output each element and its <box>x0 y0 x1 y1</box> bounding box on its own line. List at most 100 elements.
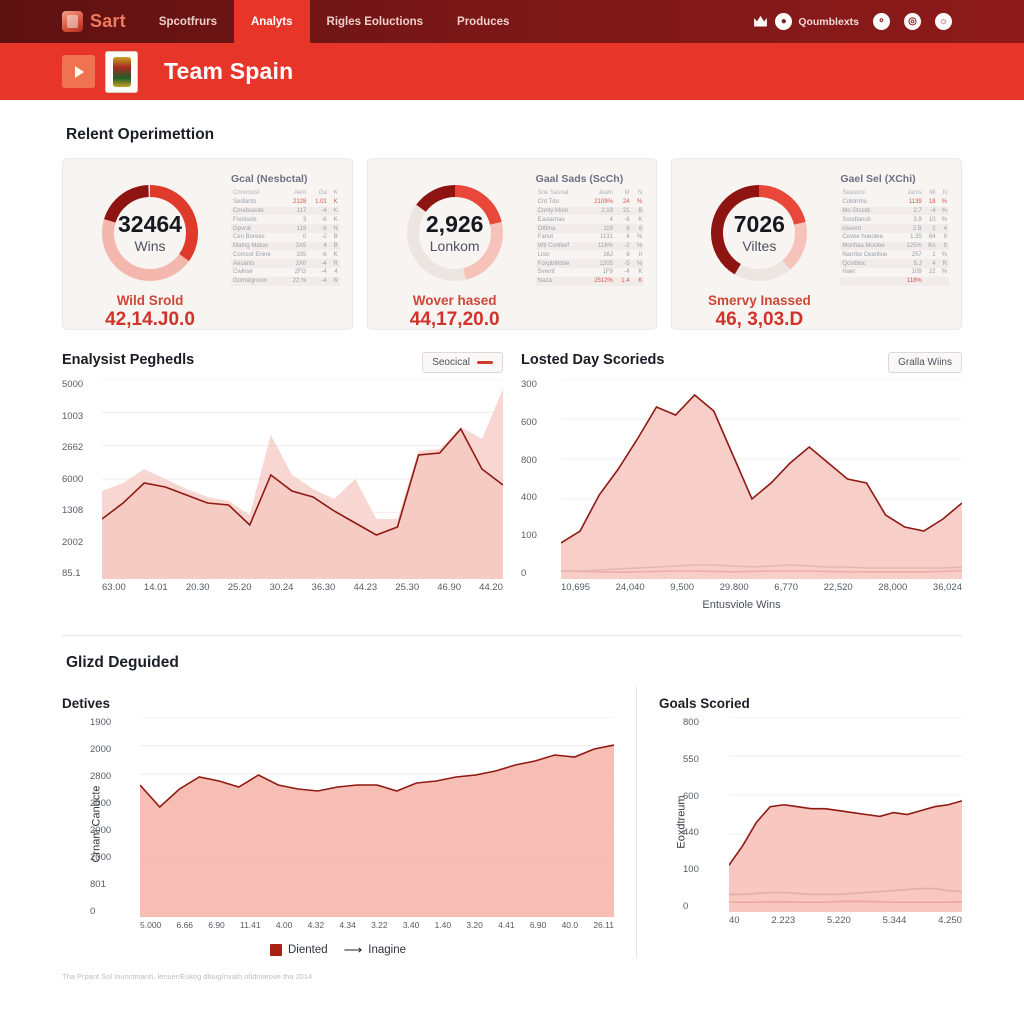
table-cell: -4 <box>321 269 327 276</box>
table-cell: % <box>941 199 948 206</box>
table-cell: 1F9 <box>602 269 613 276</box>
top-navigation-bar: Sart Spcotfrurs Analyts Rigles Eoluction… <box>0 0 1024 43</box>
x-tick-label: 24,040 <box>615 582 645 593</box>
table-cell: K <box>333 216 338 223</box>
chart-legend-chip[interactable]: Seocical <box>422 352 503 373</box>
x-axis-labels: 10,695 24,040 9,500 29.800 6,770 22,520 28,000… <box>561 582 962 593</box>
line-swatch-icon <box>477 361 493 364</box>
x-tick-label: 2.223 <box>771 915 796 926</box>
x-tick-label: 4.34 <box>339 920 356 930</box>
x-tick-label: 36,024 <box>932 582 962 593</box>
table-cell: 4 <box>923 259 938 269</box>
table-row: Cmebsaute 117 -4 K <box>231 206 340 216</box>
table-cell: 6 <box>631 224 645 233</box>
y-tick-label: 550 <box>683 753 699 765</box>
x-tick-label: 1.40 <box>434 920 452 930</box>
table-cell: 335 <box>296 251 307 258</box>
chart-title: Detives <box>62 696 111 711</box>
table-cell: Cobtrnho <box>842 199 868 206</box>
table-row: Cnnty Moel 2,19 21 B <box>535 206 645 216</box>
y-tick-label: 0 <box>521 567 527 579</box>
chart-header: Losted Day Scorieds Gralla Wiins <box>521 352 962 373</box>
mini-table-header-row: Cnnnciusl Aem Ga K <box>231 189 340 198</box>
kpi-card[interactable]: 32464 Wins Wild Srold 42,14.J0.0 Gcal (N… <box>62 158 353 330</box>
target-icon[interactable]: ◎ <box>904 13 921 30</box>
table-cell: % <box>637 234 643 241</box>
table-cell: 1.4 <box>614 276 632 286</box>
table-cell: Mo Gtsstd <box>840 206 901 216</box>
donut-chart: 7026 Viltes <box>707 181 811 285</box>
kpi-sub-label: Smervy Inassed <box>707 293 811 308</box>
x-tick-label: 28,000 <box>878 582 908 593</box>
table-cell: 2128 <box>292 199 307 206</box>
table-cell: Aesants <box>231 259 286 269</box>
mini-col-3: K <box>333 190 338 197</box>
table-row: Foxpb6tdoe 1205 -5% <box>535 259 645 269</box>
table-cell: 22.% <box>285 276 309 286</box>
mini-table-header-row: Seasord Jams Mi N <box>840 189 949 198</box>
brand-logo[interactable]: Sart <box>0 0 142 43</box>
nav-link-3[interactable]: Produces <box>440 0 526 43</box>
table-row: Aesants 2X0 -4 R <box>231 259 340 269</box>
kpi-sub-label: Wover hased <box>412 293 497 308</box>
x-tick-label: 6.66 <box>176 920 194 930</box>
kpi-card[interactable]: 7026 Viltes Smervy Inassed 46, 3,03.D Ga… <box>671 158 963 330</box>
y-tick-label: 800 <box>683 717 699 728</box>
table-cell: Cwlnse <box>233 269 253 276</box>
nav-link-0[interactable]: Spcotfrurs <box>142 0 234 43</box>
table-cell: -6 <box>624 216 630 223</box>
bottom-chart-row: Detives Crnam Canocte 1900 2000 2800 2000 20… <box>62 686 962 958</box>
account-group[interactable]: ● Qoumblexts <box>752 13 859 30</box>
table-cell: 125% <box>900 241 924 251</box>
kpi-subtotal: Wild Srold 42,14.J0.0 <box>105 293 195 329</box>
area-fill <box>729 800 962 912</box>
table-row: Easlarnao 4 -6 K <box>536 215 645 224</box>
x-tick-label: 25.30 <box>395 582 420 593</box>
legend-item[interactable]: ⟶ Inagine <box>344 942 406 958</box>
table-cell: 109 <box>911 269 922 276</box>
chart-detives: Detives Crnam Canocte 1900 2000 2800 2000 20… <box>62 686 637 958</box>
y-axis-labels: 300 600 800 400 100 0 <box>521 379 537 579</box>
footer-note: Tha Prpant Sol Inunctmanh, lenuer/Eskog … <box>62 972 313 981</box>
chart-canvas <box>102 379 503 579</box>
table-row: Cen Borees 0 -2 B <box>231 233 340 242</box>
nav-link-1[interactable]: Analyts <box>233 0 310 43</box>
table-cell: Ko <box>923 241 938 251</box>
y-tick-label: 2000 <box>90 798 112 809</box>
bell-icon[interactable]: ☼ <box>935 13 952 30</box>
table-cell: 2109% <box>594 199 613 206</box>
table-cell: N <box>328 224 340 233</box>
x-tick-label: 4.00 <box>275 920 293 930</box>
y-axis-labels: 5000 1003 2662 6000 1308 2002 85.1 <box>62 379 83 579</box>
table-cell: R <box>937 259 950 269</box>
table-cell <box>937 276 950 286</box>
x-axis-labels: 5.000 6.66 6.90 11.41 4.00 4.32 4.34 3.22 3.40 1.… <box>140 920 614 930</box>
table-row: Covee hueolea 1.35 64 9 <box>840 233 949 242</box>
table-row: Fonlisols 3 -6 K <box>231 215 340 224</box>
x-tick-label: 11.41 <box>239 920 261 930</box>
x-tick-label: 40.0 <box>561 920 579 930</box>
plot-area: Eoxdtreum 800 550 600 440 100 0 40 2.223 5.220 5… <box>659 717 962 926</box>
x-tick-label: 10,695 <box>561 582 591 593</box>
mini-col-0: Cnnnciusl <box>233 190 260 197</box>
table-row: Matng Matoo 2A5 4 B <box>231 241 340 251</box>
legend-item[interactable]: Diented <box>269 944 328 956</box>
table-cell: K <box>631 276 645 286</box>
table-cell: % <box>631 241 645 251</box>
y-tick-label: 2000 <box>90 744 112 755</box>
chat-icon[interactable]: ⚬ <box>873 13 890 30</box>
chart-legend: Diented ⟶ Inagine <box>62 942 614 958</box>
kpi-card[interactable]: 2,926 Lonkom Wover hased 44,17,20.0 Gaal… <box>366 158 658 330</box>
nav-link-2[interactable]: Rigles Eoluctions <box>310 0 441 43</box>
x-tick-label: 40 <box>729 915 740 926</box>
chart-legend-chip[interactable]: Gralla Wiins <box>888 352 962 373</box>
mini-table: Sne Sasnat Jeam M N Cnt Tdo 2109% 24% Cnnty… <box>535 189 645 286</box>
table-cell: % <box>941 269 948 276</box>
plot-area: Crnam Canocte 1900 2000 2800 2000 2000 2000 80… <box>62 717 614 930</box>
play-icon[interactable] <box>62 55 95 88</box>
table-row: Cobtrnho 1139 18% <box>840 198 949 207</box>
table-cell: 257 <box>911 251 922 258</box>
x-tick-label: 4.32 <box>307 920 325 930</box>
x-axis-labels: 40 2.223 5.220 5.344 4.250 <box>729 915 962 926</box>
middle-chart-row: Enalysist Peghedls Seocical 5000 1003 2662… <box>62 352 962 611</box>
